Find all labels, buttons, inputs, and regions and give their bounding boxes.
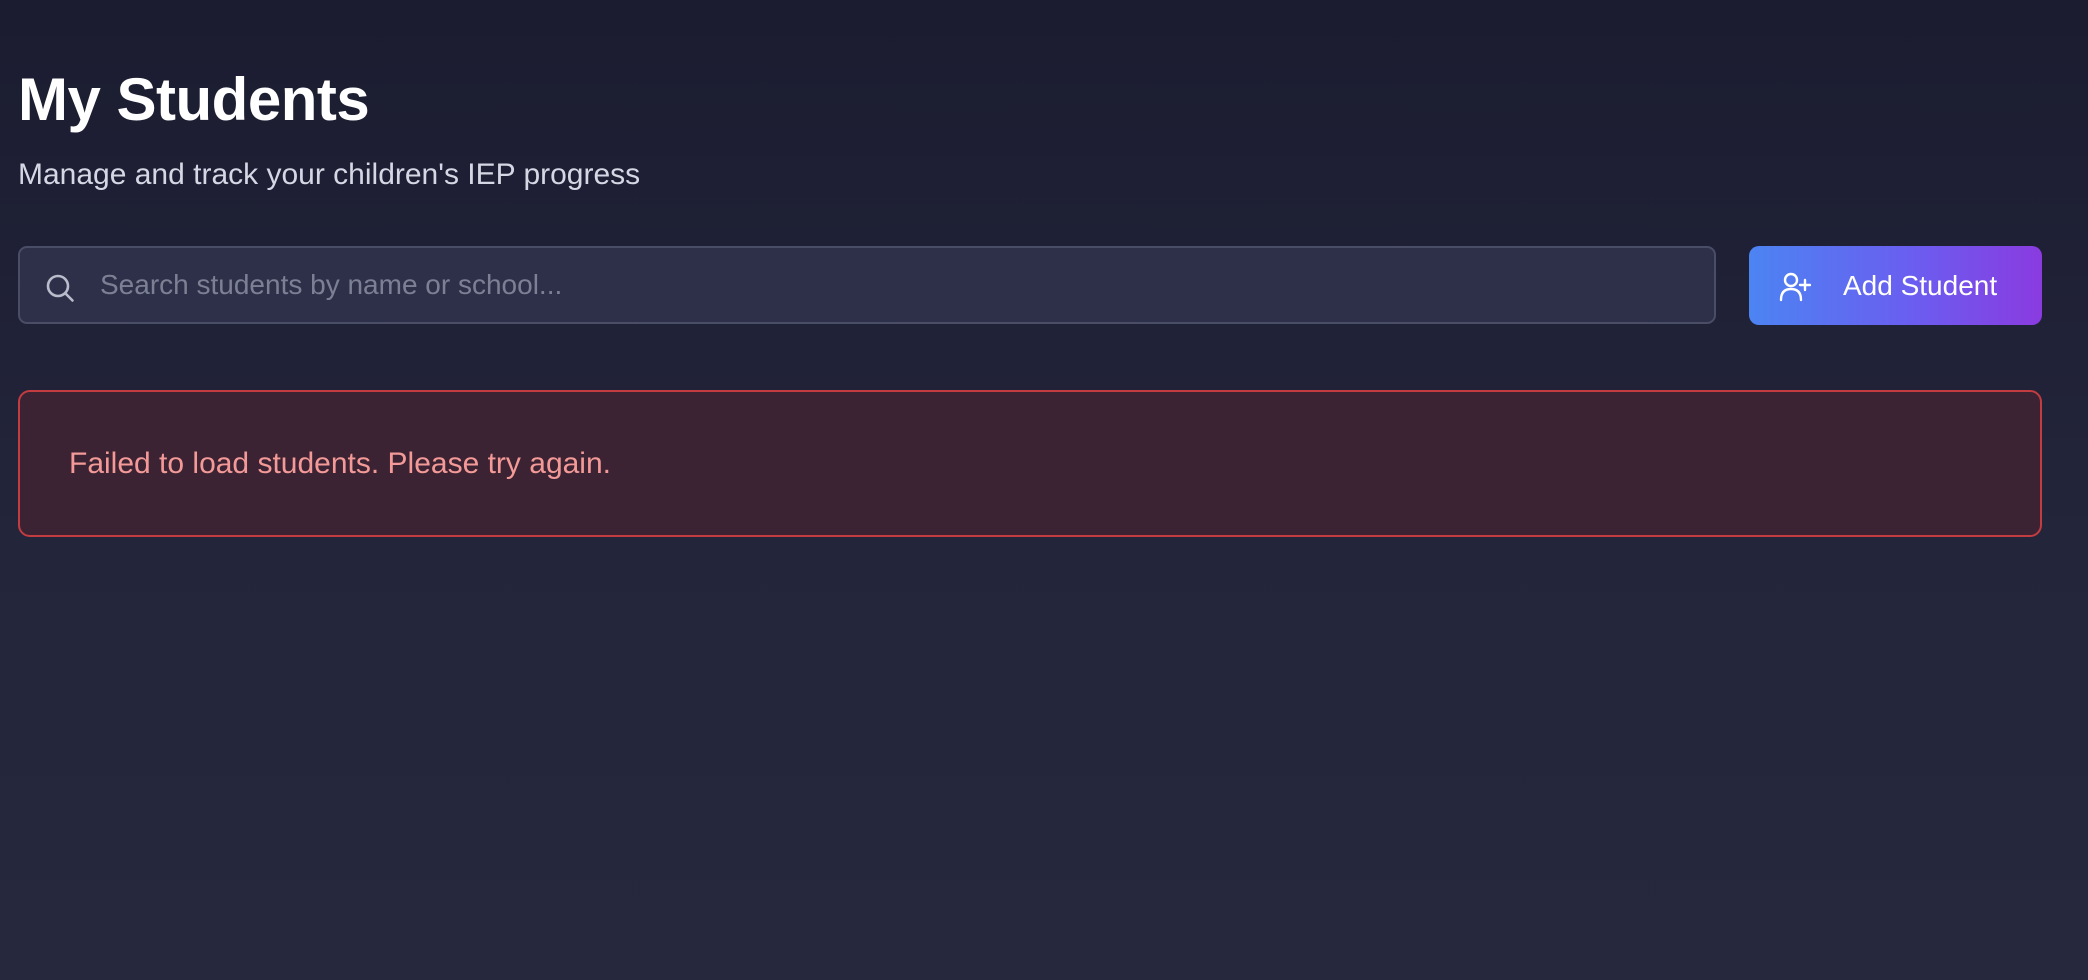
add-student-button[interactable]: Add Student [1749,246,2042,325]
search-input[interactable] [100,248,1700,322]
page-subtitle: Manage and track your children's IEP pro… [18,158,641,191]
error-message: Failed to load students. Please try agai… [69,447,611,480]
page-title: My Students [18,66,370,133]
search-bar[interactable] [18,246,1716,324]
user-plus-icon [1779,272,1811,302]
error-alert: Failed to load students. Please try agai… [18,390,2042,537]
search-icon [46,274,74,302]
add-student-label: Add Student [1843,270,1998,301]
